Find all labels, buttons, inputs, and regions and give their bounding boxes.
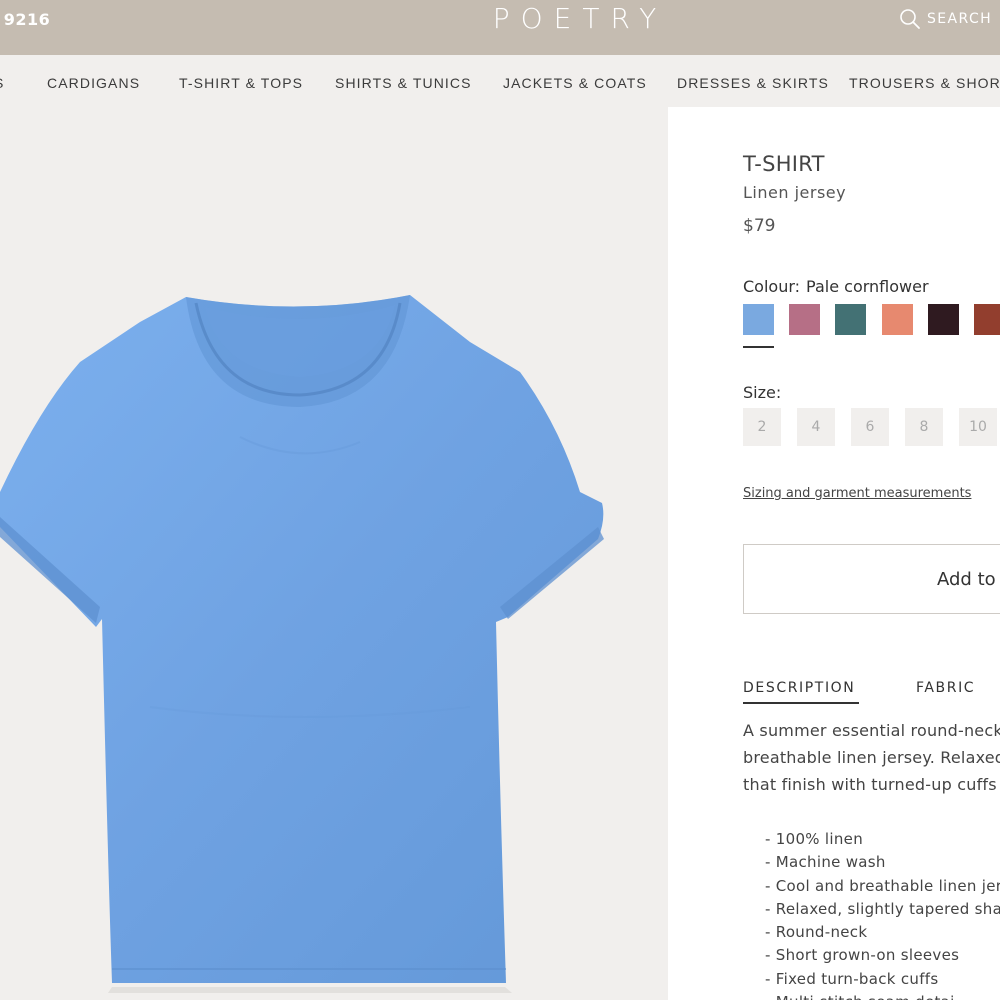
search-button[interactable]: SEARCH [899, 8, 992, 30]
nav-item-tshirts-tops[interactable]: T-SHIRT & TOPS [179, 75, 303, 91]
feature-item: - 100% linen [765, 830, 864, 848]
nav-item-trousers-shorts[interactable]: TROUSERS & SHORTS [849, 75, 1000, 91]
selected-swatch-indicator [743, 346, 774, 348]
tab-description[interactable]: DESCRIPTION [743, 680, 855, 696]
swatch-4[interactable] [882, 304, 913, 335]
feature-item: - Short grown-on sleeves [765, 946, 960, 965]
size-option-8[interactable]: 8 [905, 408, 943, 446]
colour-row: Colour: Pale cornflower [743, 277, 929, 296]
description-line: A summer essential round-neck [743, 721, 1000, 740]
nav-item-truncated[interactable]: S [0, 75, 4, 91]
swatch-3[interactable] [835, 304, 866, 335]
feature-item: - Machine wash [765, 853, 886, 872]
top-bar: 9 9216 POETRY SEARCH [0, 0, 1000, 55]
size-option-4[interactable]: 4 [797, 408, 835, 446]
active-tab-indicator [743, 702, 859, 704]
nav-item-cardigans[interactable]: CARDIGANS [47, 75, 140, 91]
product-details-panel: T-SHIRT Linen jersey $79 Colour: Pale co… [668, 107, 1000, 1000]
search-label: SEARCH [927, 11, 993, 27]
feature-item: - Multi-stitch seam detai [765, 991, 1000, 1000]
nav-item-jackets-coats[interactable]: JACKETS & COATS [503, 75, 647, 91]
product-subtitle: Linen jersey [743, 183, 847, 202]
category-nav: S CARDIGANS T-SHIRT & TOPS SHIRTS & TUNI… [0, 55, 1000, 107]
swatch-pale-cornflower[interactable] [743, 304, 774, 335]
swatch-5[interactable] [928, 304, 959, 335]
tab-fabric[interactable]: FABRIC [916, 680, 975, 696]
product-title: T-SHIRT [743, 152, 825, 176]
swatch-6[interactable] [974, 304, 1000, 335]
product-image[interactable] [0, 107, 668, 1000]
add-to-bag-button[interactable]: Add to [743, 544, 1000, 614]
brand-logo[interactable]: POETRY [470, 2, 690, 35]
size-option-2[interactable]: 2 [743, 408, 781, 446]
product-features-list: - 100% linen - Machine wash - Cool and b… [765, 828, 1000, 1000]
size-option-6[interactable]: 6 [851, 408, 889, 446]
product-price: $79 [743, 216, 776, 236]
phone-number: 9 9216 [0, 10, 51, 29]
feature-item: - Round-neck [765, 923, 868, 942]
feature-item: - Fixed turn-back cuffs [765, 969, 939, 988]
feature-item: - Cool and breathable linen jer [765, 876, 1000, 895]
nav-item-dresses-skirts[interactable]: DRESSES & SKIRTS [677, 75, 829, 91]
product-description: A summer essential round-neck breathable… [743, 717, 1000, 798]
add-button-label: Add to [937, 569, 996, 590]
colour-value: Pale cornflower [806, 277, 929, 296]
colour-label: Colour: [743, 277, 801, 296]
description-line: that finish with turned-up cuffs [743, 775, 997, 794]
sizing-guide-link[interactable]: Sizing and garment measurements [743, 486, 971, 501]
description-line: breathable linen jersey. Relaxed [743, 748, 1000, 767]
tshirt-image [0, 295, 604, 993]
nav-item-shirts-tunics[interactable]: SHIRTS & TUNICS [335, 75, 472, 91]
size-option-10[interactable]: 10 [959, 408, 997, 446]
feature-item: - Relaxed, slightly tapered shap [765, 899, 1000, 918]
swatch-2[interactable] [789, 304, 820, 335]
size-label: Size: [743, 383, 782, 402]
search-icon [900, 9, 920, 29]
